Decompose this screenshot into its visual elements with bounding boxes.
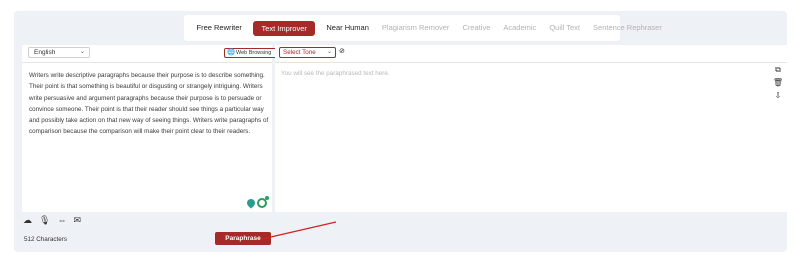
tab-quill-text[interactable]: Quill Text: [543, 15, 587, 41]
character-count: 512 Characters: [24, 236, 68, 243]
paraphrase-button[interactable]: Paraphrase: [215, 232, 271, 245]
upload-cloud-icon[interactable]: ☁: [23, 215, 32, 226]
web-browsing-label: Web Browsing: [236, 50, 272, 56]
output-divider: [275, 62, 787, 63]
link-icon[interactable]: ⇔: [57, 215, 66, 225]
microphone-icon[interactable]: 🎙: [39, 215, 50, 226]
tab-creative[interactable]: Creative: [456, 15, 497, 41]
tone-select[interactable]: Select Tone ⌄: [279, 47, 336, 58]
chevron-down-icon: ⌄: [79, 49, 85, 55]
language-select[interactable]: English ⌄: [28, 47, 90, 58]
image-icon[interactable]: ✉: [73, 215, 81, 226]
globe-icon: 🌐: [227, 49, 236, 56]
trash-icon[interactable]: 🗑: [773, 78, 783, 87]
output-toolbar: ⧉ 🗑 ⇩: [773, 65, 783, 100]
tab-plagiarism-remover[interactable]: Plagiarism Remover: [375, 15, 456, 41]
tone-select-value: Select Tone: [283, 49, 316, 56]
chevron-down-icon: ⌄: [326, 49, 332, 55]
download-icon[interactable]: ⇩: [775, 91, 782, 100]
tab-sentence-rephraser[interactable]: Sentence Rephraser: [587, 15, 669, 41]
tab-near-human[interactable]: Near Human: [320, 15, 376, 41]
output-placeholder: You will see the paraphrased text here.: [281, 70, 390, 77]
input-toolbar: ☁ 🎙 ⇔ ✉: [22, 213, 272, 227]
source-text-area[interactable]: Writers write descriptive paragraphs bec…: [29, 70, 271, 138]
tab-academic[interactable]: Academic: [497, 15, 543, 41]
tab-free-rewriter[interactable]: Free Rewriter: [190, 15, 248, 41]
grammar-check-icon[interactable]: [257, 196, 269, 208]
help-icon[interactable]: ⊘: [339, 47, 345, 55]
copy-icon[interactable]: ⧉: [775, 65, 781, 74]
input-divider: [22, 62, 272, 63]
mode-tabs: Free Rewriter Text Improver Near Human P…: [184, 15, 662, 41]
language-value: English: [34, 49, 56, 56]
tab-text-improver[interactable]: Text Improver: [253, 20, 315, 36]
